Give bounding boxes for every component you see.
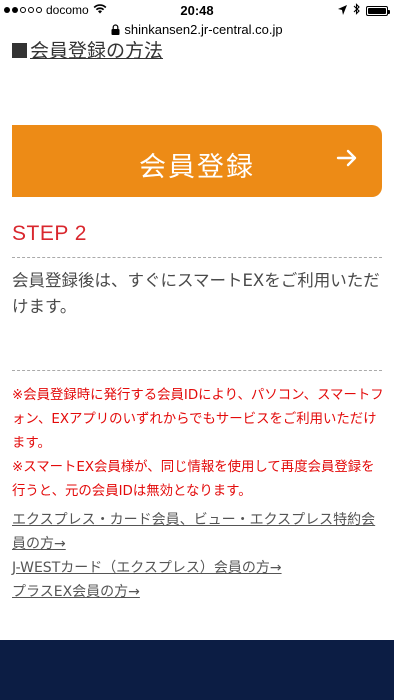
plus-ex-member-link[interactable]: プラスEX会員の方→ xyxy=(12,580,384,604)
register-button[interactable]: 会員登録 xyxy=(12,125,382,197)
notes: ※会員登録時に発行する会員IDにより、パソコン、スマートフォン、EXアプリのいず… xyxy=(12,384,384,504)
note-item: ※スマートEX会員様が、同じ情報を使用して再度会員登録を行うと、元の会員IDは無… xyxy=(12,460,375,499)
section-heading[interactable]: 会員登録の方法 xyxy=(12,38,163,64)
arrow-right-icon xyxy=(336,147,358,173)
status-right xyxy=(338,3,390,18)
register-button-label: 会員登録 xyxy=(139,152,255,183)
section-heading-link[interactable]: 会員登録の方法 xyxy=(30,40,163,62)
status-bar: docomo 20:48 xyxy=(0,0,394,20)
battery-icon xyxy=(366,5,390,16)
step-description: 会員登録後は、すぐにスマートEXをご利用いただけます。 xyxy=(12,271,380,316)
express-card-member-link[interactable]: エクスプレス・カード会員、ビュー・エクスプレス特約会員の方→ xyxy=(12,508,384,556)
url-text: shinkansen2.jr-central.co.jp xyxy=(124,22,283,37)
location-arrow-icon xyxy=(338,4,347,18)
url-bar[interactable]: shinkansen2.jr-central.co.jp xyxy=(0,20,394,40)
footer xyxy=(0,640,394,700)
divider xyxy=(12,370,382,371)
step-title: STEP 2 xyxy=(12,222,87,245)
member-links: エクスプレス・カード会員、ビュー・エクスプレス特約会員の方→ J-WESTカード… xyxy=(12,508,384,604)
divider xyxy=(12,257,382,258)
note-item: ※会員登録時に発行する会員IDにより、パソコン、スマートフォン、EXアプリのいず… xyxy=(12,388,384,451)
square-bullet-icon xyxy=(12,43,27,58)
bluetooth-icon xyxy=(353,3,360,18)
j-west-card-member-link[interactable]: J-WESTカード（エクスプレス）会員の方→ xyxy=(12,556,384,580)
status-time: 20:48 xyxy=(180,3,214,18)
